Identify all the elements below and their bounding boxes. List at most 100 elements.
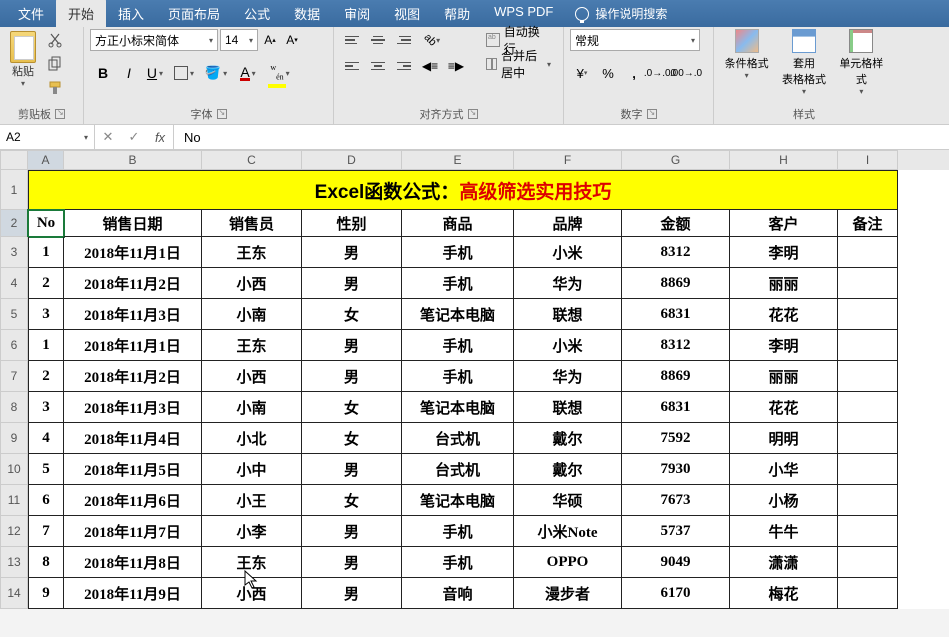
cell[interactable] bbox=[838, 392, 898, 423]
row-header[interactable]: 10 bbox=[0, 454, 28, 485]
cell[interactable]: 手机 bbox=[402, 330, 514, 361]
format-painter-button[interactable] bbox=[44, 77, 66, 99]
cell[interactable]: 7930 bbox=[622, 454, 730, 485]
cell[interactable]: 5737 bbox=[622, 516, 730, 547]
cell[interactable]: 性别 bbox=[302, 210, 402, 237]
cell[interactable]: 王东 bbox=[202, 547, 302, 578]
cell[interactable]: 牛牛 bbox=[730, 516, 838, 547]
title-cell[interactable]: Excel函数公式：高级筛选实用技巧 bbox=[28, 170, 898, 210]
menu-tab-7[interactable]: 视图 bbox=[382, 0, 432, 28]
column-header[interactable]: G bbox=[622, 150, 730, 170]
cell[interactable]: 李明 bbox=[730, 330, 838, 361]
cell[interactable]: 客户 bbox=[730, 210, 838, 237]
cell[interactable]: 华为 bbox=[514, 268, 622, 299]
cell[interactable]: 6831 bbox=[622, 392, 730, 423]
cell[interactable]: 男 bbox=[302, 547, 402, 578]
row-header[interactable]: 7 bbox=[0, 361, 28, 392]
column-header[interactable]: F bbox=[514, 150, 622, 170]
merge-center-button[interactable]: 合并后居中 ▾ bbox=[480, 53, 557, 75]
cell[interactable]: 明明 bbox=[730, 423, 838, 454]
cell-styles-button[interactable]: 单元格样式 ▾ bbox=[835, 29, 888, 96]
cell[interactable]: 联想 bbox=[514, 392, 622, 423]
cell[interactable]: 小米Note bbox=[514, 516, 622, 547]
cell[interactable]: 8869 bbox=[622, 361, 730, 392]
cell[interactable]: 男 bbox=[302, 578, 402, 609]
align-right-button[interactable] bbox=[392, 55, 416, 77]
currency-button[interactable]: ¥▾ bbox=[570, 61, 594, 85]
cell[interactable]: 7592 bbox=[622, 423, 730, 454]
cell[interactable]: 手机 bbox=[402, 361, 514, 392]
cell[interactable] bbox=[838, 361, 898, 392]
row-header[interactable]: 8 bbox=[0, 392, 28, 423]
row-header[interactable]: 12 bbox=[0, 516, 28, 547]
cell[interactable]: 品牌 bbox=[514, 210, 622, 237]
cell[interactable]: 小中 bbox=[202, 454, 302, 485]
cell[interactable]: 8869 bbox=[622, 268, 730, 299]
cell[interactable]: 2018年11月6日 bbox=[64, 485, 202, 516]
align-middle-button[interactable] bbox=[366, 29, 390, 51]
cell[interactable]: 1 bbox=[28, 237, 64, 268]
cell[interactable]: 3 bbox=[28, 392, 64, 423]
cell[interactable]: 2018年11月5日 bbox=[64, 454, 202, 485]
align-left-button[interactable] bbox=[340, 55, 364, 77]
menu-tab-2[interactable]: 插入 bbox=[106, 0, 156, 28]
row-header[interactable]: 6 bbox=[0, 330, 28, 361]
increase-font-button[interactable]: A▴ bbox=[260, 29, 280, 51]
cell[interactable]: 6831 bbox=[622, 299, 730, 330]
cell[interactable]: 2 bbox=[28, 361, 64, 392]
font-launcher[interactable] bbox=[217, 109, 227, 119]
cell[interactable]: 小西 bbox=[202, 361, 302, 392]
cut-button[interactable] bbox=[44, 29, 66, 51]
cell[interactable]: 男 bbox=[302, 268, 402, 299]
cell[interactable]: 小南 bbox=[202, 392, 302, 423]
menu-tab-5[interactable]: 数据 bbox=[282, 0, 332, 28]
menu-tab-3[interactable]: 页面布局 bbox=[156, 0, 232, 28]
format-as-table-button[interactable]: 套用 表格格式 ▾ bbox=[777, 29, 830, 96]
increase-decimal-button[interactable]: .0→.00 bbox=[648, 61, 672, 85]
cell[interactable]: 2018年11月2日 bbox=[64, 268, 202, 299]
decrease-indent-button[interactable]: ◀≡ bbox=[418, 55, 442, 77]
fx-button[interactable]: fx bbox=[147, 125, 173, 149]
increase-indent-button[interactable]: ≡▶ bbox=[444, 55, 468, 77]
cell[interactable]: 梅花 bbox=[730, 578, 838, 609]
cell[interactable]: 2018年11月2日 bbox=[64, 361, 202, 392]
cell[interactable]: 手机 bbox=[402, 237, 514, 268]
cell[interactable]: 2018年11月7日 bbox=[64, 516, 202, 547]
cell[interactable]: 小西 bbox=[202, 578, 302, 609]
cell[interactable]: 1 bbox=[28, 330, 64, 361]
cell[interactable]: 李明 bbox=[730, 237, 838, 268]
menu-tab-0[interactable]: 文件 bbox=[6, 0, 56, 28]
cell[interactable]: 男 bbox=[302, 454, 402, 485]
row-header[interactable]: 5 bbox=[0, 299, 28, 330]
column-header[interactable]: H bbox=[730, 150, 838, 170]
cell[interactable]: 销售员 bbox=[202, 210, 302, 237]
underline-button[interactable]: U▾ bbox=[142, 61, 168, 85]
cell[interactable]: No bbox=[28, 210, 64, 237]
cell[interactable]: 丽丽 bbox=[730, 361, 838, 392]
menu-tab-6[interactable]: 审阅 bbox=[332, 0, 382, 28]
cell[interactable] bbox=[838, 578, 898, 609]
cell[interactable]: 商品 bbox=[402, 210, 514, 237]
cell[interactable]: 2018年11月3日 bbox=[64, 299, 202, 330]
cell[interactable]: 丽丽 bbox=[730, 268, 838, 299]
font-name-select[interactable]: 方正小标宋简体 ▾ bbox=[90, 29, 218, 51]
highlight-button[interactable]: wén▾ bbox=[264, 61, 296, 85]
cell[interactable] bbox=[838, 516, 898, 547]
menu-tab-4[interactable]: 公式 bbox=[232, 0, 282, 28]
cell[interactable]: 6170 bbox=[622, 578, 730, 609]
select-all-corner[interactable] bbox=[0, 150, 28, 170]
decrease-font-button[interactable]: A▾ bbox=[282, 29, 302, 51]
cell[interactable]: 6 bbox=[28, 485, 64, 516]
cell[interactable]: 华为 bbox=[514, 361, 622, 392]
cell[interactable]: 9 bbox=[28, 578, 64, 609]
cell[interactable]: 小华 bbox=[730, 454, 838, 485]
cell[interactable]: 音响 bbox=[402, 578, 514, 609]
cell[interactable]: 金额 bbox=[622, 210, 730, 237]
cell[interactable]: 2018年11月1日 bbox=[64, 330, 202, 361]
cell[interactable]: 手机 bbox=[402, 516, 514, 547]
row-header[interactable]: 2 bbox=[0, 210, 28, 237]
align-launcher[interactable] bbox=[468, 109, 478, 119]
cell[interactable]: 女 bbox=[302, 485, 402, 516]
orientation-button[interactable]: ab▾ bbox=[418, 29, 446, 51]
cell[interactable]: 2018年11月8日 bbox=[64, 547, 202, 578]
